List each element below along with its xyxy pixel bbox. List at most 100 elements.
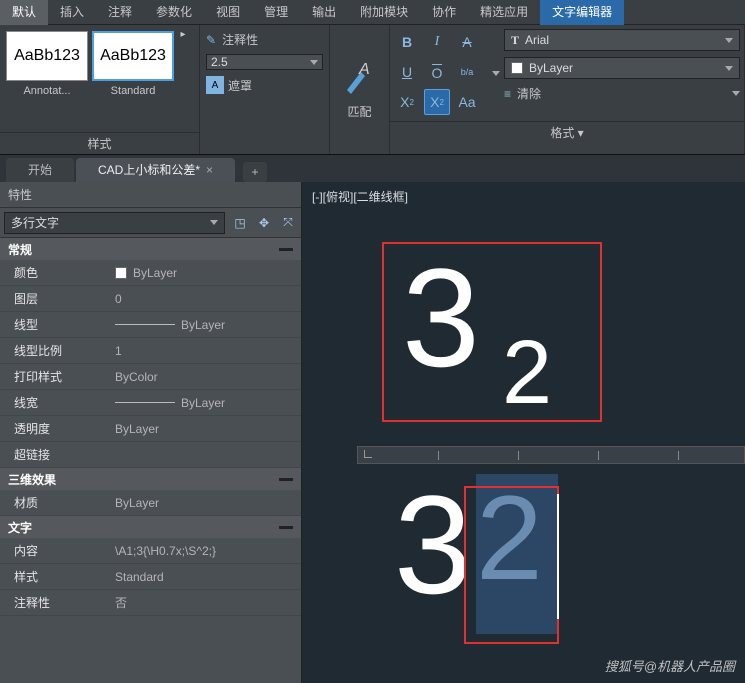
property-row[interactable]: 打印样式ByColor bbox=[0, 364, 301, 390]
menu-featured[interactable]: 精选应用 bbox=[468, 0, 540, 25]
main-menu: 默认 插入 注释 参数化 视图 管理 输出 附加模块 协作 精选应用 文字编辑器 bbox=[0, 0, 745, 25]
menu-addons[interactable]: 附加模块 bbox=[348, 0, 420, 25]
property-label: 材质 bbox=[0, 494, 115, 511]
section-general-label: 常规 bbox=[8, 241, 32, 258]
property-value[interactable]: ByLayer bbox=[115, 496, 301, 510]
rendered-sub-text: 2 bbox=[502, 322, 552, 425]
property-row[interactable]: 材质ByLayer bbox=[0, 490, 301, 516]
property-label: 样式 bbox=[0, 568, 115, 585]
match-label: 匹配 bbox=[347, 103, 371, 120]
property-value[interactable]: ByLayer bbox=[115, 266, 301, 280]
property-value[interactable]: ByLayer bbox=[115, 396, 301, 410]
menu-default[interactable]: 默认 bbox=[0, 0, 48, 25]
style-annotative[interactable]: AaBb123 bbox=[6, 31, 88, 81]
toggle-pick-icon[interactable]: ⤧ bbox=[279, 214, 297, 232]
clear-label[interactable]: 清除 bbox=[517, 85, 541, 102]
quick-select-icon[interactable]: ◳ bbox=[231, 214, 249, 232]
match-button[interactable]: A bbox=[340, 59, 380, 99]
property-label: 线型比例 bbox=[0, 342, 115, 359]
properties-panel: 特性 多行文字 ◳ ✥ ⤧ 常规 颜色ByLayer图层0线型ByLayer线型… bbox=[0, 182, 302, 683]
viewport-label[interactable]: [-][俯视][二维线框] bbox=[312, 188, 408, 205]
property-value[interactable]: 0 bbox=[115, 292, 301, 306]
menu-text-editor[interactable]: 文字编辑器 bbox=[540, 0, 624, 25]
mask-label: 遮罩 bbox=[228, 77, 252, 94]
property-row[interactable]: 超链接 bbox=[0, 442, 301, 468]
property-value[interactable]: \A1;3{\H0.7x;\S^2;} bbox=[115, 544, 301, 558]
font-select[interactable]: T Arial bbox=[504, 29, 740, 51]
tab-document[interactable]: CAD上小标和公差* × bbox=[76, 158, 235, 182]
property-value[interactable]: 否 bbox=[115, 594, 301, 611]
menu-view[interactable]: 视图 bbox=[204, 0, 252, 25]
property-label: 打印样式 bbox=[0, 368, 115, 385]
text-editor-ruler[interactable] bbox=[357, 446, 745, 464]
changecase-icon[interactable]: Aa bbox=[454, 89, 480, 115]
mtext-edit-area[interactable]: 3 2 bbox=[394, 464, 694, 634]
property-row[interactable]: 透明度ByLayer bbox=[0, 416, 301, 442]
underline-icon[interactable]: U bbox=[394, 59, 420, 85]
property-row[interactable]: 线型ByLayer bbox=[0, 312, 301, 338]
object-type-value: 多行文字 bbox=[11, 214, 59, 231]
tab-start[interactable]: 开始 bbox=[6, 158, 74, 182]
watermark: 搜狐号@机器人产品圈 bbox=[605, 656, 735, 675]
style-standard-label: Standard bbox=[90, 85, 176, 103]
main-area: 特性 多行文字 ◳ ✥ ⤧ 常规 颜色ByLayer图层0线型ByLayer线型… bbox=[0, 182, 745, 683]
section-text[interactable]: 文字 bbox=[0, 516, 301, 538]
menu-annotate[interactable]: 注释 bbox=[96, 0, 144, 25]
scale-select[interactable]: 2.5 bbox=[206, 54, 323, 70]
panel-styles: AaBb123 Annotat... AaBb123 Standard ▸ 样式 bbox=[0, 25, 200, 154]
italic-icon[interactable]: I bbox=[424, 29, 450, 55]
styles-expand-icon[interactable]: ▸ bbox=[176, 29, 190, 40]
drawing-canvas[interactable]: [-][俯视][二维线框] 3 2 3 2 bbox=[302, 182, 745, 683]
panel-match: A 匹配 bbox=[330, 25, 390, 154]
stack-icon[interactable]: b/a bbox=[454, 59, 480, 85]
close-tab-icon[interactable]: × bbox=[206, 158, 213, 182]
menu-output[interactable]: 输出 bbox=[300, 0, 348, 25]
document-tabs: 开始 CAD上小标和公差* × + bbox=[0, 155, 745, 182]
property-row[interactable]: 内容\A1;3{\H0.7x;\S^2;} bbox=[0, 538, 301, 564]
overline-icon[interactable]: O bbox=[424, 59, 450, 85]
property-row[interactable]: 线宽ByLayer bbox=[0, 390, 301, 416]
pick-object-icon[interactable]: ✥ bbox=[255, 214, 273, 232]
object-type-select[interactable]: 多行文字 bbox=[4, 212, 225, 234]
mask-icon[interactable]: A bbox=[206, 76, 224, 94]
property-value[interactable]: ByColor bbox=[115, 370, 301, 384]
svg-text:A: A bbox=[358, 61, 370, 78]
strike-icon[interactable]: A bbox=[454, 29, 480, 55]
property-value[interactable]: ByLayer bbox=[115, 318, 301, 332]
superscript-icon[interactable]: X2 bbox=[394, 89, 420, 115]
dropdown-icon bbox=[725, 66, 733, 71]
property-row[interactable]: 线型比例1 bbox=[0, 338, 301, 364]
bold-icon[interactable]: B bbox=[394, 29, 420, 55]
property-value[interactable]: Standard bbox=[115, 570, 301, 584]
annotative-icon: ✎ bbox=[206, 33, 216, 47]
menu-parametric[interactable]: 参数化 bbox=[144, 0, 204, 25]
panel-format-title[interactable]: 格式 ▾ bbox=[390, 121, 744, 143]
property-row[interactable]: 注释性否 bbox=[0, 590, 301, 616]
property-label: 内容 bbox=[0, 542, 115, 559]
highlight-box-2 bbox=[464, 486, 559, 644]
subscript-icon[interactable]: X2 bbox=[424, 89, 450, 115]
section-general[interactable]: 常规 bbox=[0, 238, 301, 260]
color-swatch-icon bbox=[511, 62, 523, 74]
dropdown-icon bbox=[725, 38, 733, 43]
style-standard[interactable]: AaBb123 bbox=[92, 31, 174, 81]
clear-format-icon[interactable]: ≡ bbox=[504, 87, 511, 101]
menu-insert[interactable]: 插入 bbox=[48, 0, 96, 25]
property-label: 注释性 bbox=[0, 594, 115, 611]
case-dropdown-icon[interactable] bbox=[492, 71, 500, 76]
rendered-main-text: 3 bbox=[402, 237, 480, 399]
property-value[interactable]: ByLayer bbox=[115, 422, 301, 436]
dropdown-icon[interactable] bbox=[732, 91, 740, 96]
section-3d-effect[interactable]: 三维效果 bbox=[0, 468, 301, 490]
property-row[interactable]: 样式Standard bbox=[0, 564, 301, 590]
color-select[interactable]: ByLayer bbox=[504, 57, 740, 79]
property-row[interactable]: 图层0 bbox=[0, 286, 301, 312]
panel-annotation: ✎ 注释性 2.5 A 遮罩 bbox=[200, 25, 330, 154]
menu-collab[interactable]: 协作 bbox=[420, 0, 468, 25]
menu-manage[interactable]: 管理 bbox=[252, 0, 300, 25]
property-label: 线宽 bbox=[0, 394, 115, 411]
new-tab-button[interactable]: + bbox=[243, 162, 267, 182]
annotative-label: 注释性 bbox=[222, 31, 258, 48]
property-value[interactable]: 1 bbox=[115, 344, 301, 358]
property-row[interactable]: 颜色ByLayer bbox=[0, 260, 301, 286]
